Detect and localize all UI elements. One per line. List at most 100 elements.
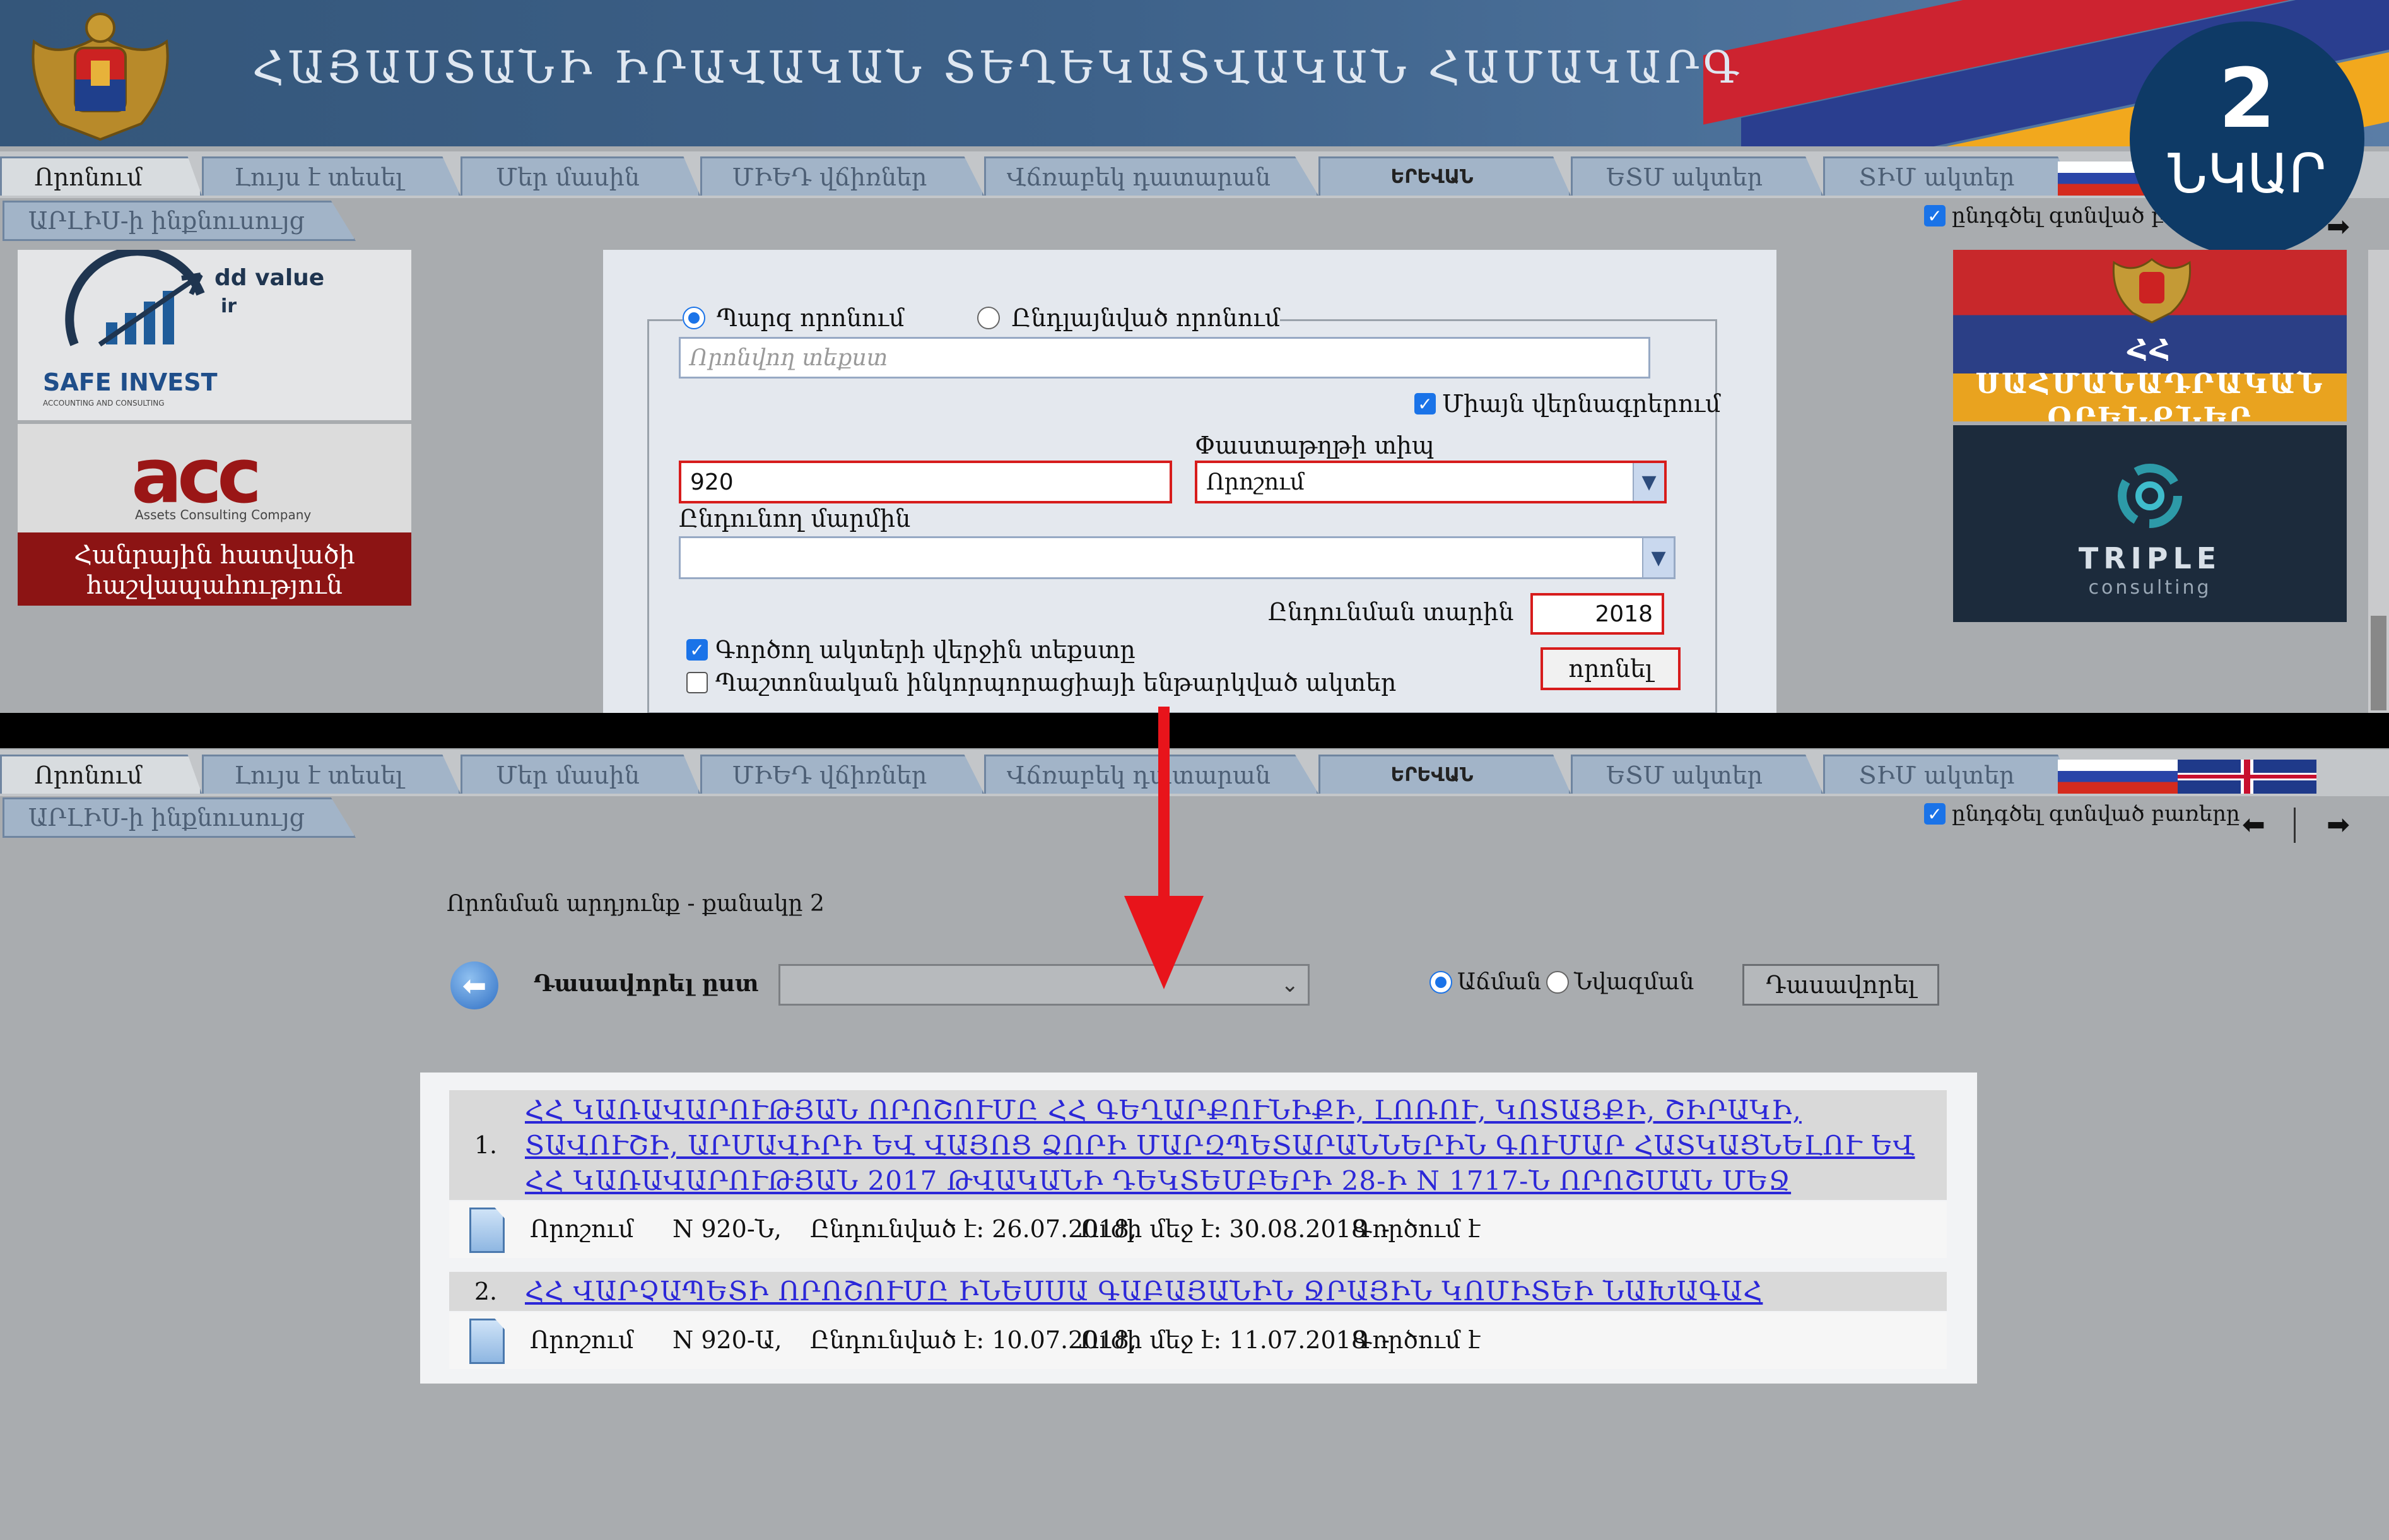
constitutional-laws-line-1: ՀՀ ՍԱՀՄԱՆԱԴՐԱԿԱՆ	[1975, 334, 2325, 400]
chevron-down-icon[interactable]: ▼	[1642, 538, 1674, 577]
titles-only-checkbox[interactable]: ✓	[1414, 393, 1436, 414]
current-texts-option[interactable]: ✓ Գործող ակտերի վերջին տեքստը	[686, 636, 1136, 664]
russian-language-flag[interactable]	[2058, 760, 2178, 794]
search-mode-legend: Պարզ որոնում Ընդլայնված որոնում	[683, 304, 1281, 332]
official-incorp-checkbox[interactable]	[686, 672, 708, 693]
chevron-down-icon[interactable]: ▼	[1633, 463, 1664, 501]
arrow-left-icon[interactable]: ⬅	[2242, 809, 2265, 841]
highlight-checkbox[interactable]: ✓	[1924, 205, 1946, 226]
tab-eeu[interactable]: ԵՏՄ ակտեր	[1571, 755, 1823, 794]
tab-search[interactable]: Որոնում	[0, 755, 202, 794]
results-count: Որոնման արդյունք - քանակը 2	[447, 891, 825, 917]
tab-published[interactable]: Լույս է տեսել	[202, 156, 461, 196]
tab-yerevan[interactable]: ԵՐԵՎԱՆ	[1318, 156, 1571, 196]
number-input[interactable]: 920	[679, 461, 1172, 503]
ascending-label: Աճման	[1457, 969, 1541, 995]
result-2-index: 2.	[474, 1278, 498, 1305]
tab-published[interactable]: Լույս է տեսել	[202, 755, 461, 794]
search-button[interactable]: որոնել	[1541, 647, 1681, 690]
sort-by-label: Դասավորել ըստ	[534, 970, 759, 997]
safe-invest-sub: ACCOUNTING AND CONSULTING	[43, 399, 165, 408]
result-row-2-meta: Որոշում N 920-Ա, Ընդունված է: 10.07.2018…	[449, 1312, 1947, 1369]
descending-radio[interactable]	[1546, 970, 1569, 994]
safe-invest-tagline-2: ir	[221, 295, 237, 317]
official-incorp-option[interactable]: Պաշտոնական ինկորպորացիայի ենթարկված ակտե…	[686, 669, 1396, 697]
result-1-in-force: Ուժի մեջ է: 30.08.2018 -	[1080, 1215, 1390, 1243]
results-list: 1. ՀՀ ԿԱՌԱՎԱՐՈՒԹՅԱՆ ՈՐՈՇՈՒՄԸ ՀՀ ԳԵՂԱՐՔՈՒ…	[420, 1073, 1977, 1384]
tab-about[interactable]: Մեր մասին	[461, 755, 700, 794]
doc-type-label: Փաստաթղթի տիպ	[1195, 432, 1435, 459]
ad-acc[interactable]: acc Assets Consulting Company Հանրային հ…	[18, 424, 411, 606]
coat-of-arms-icon	[32, 13, 169, 141]
tab-lsg[interactable]: ՏԻՄ ակտեր	[1823, 156, 2075, 196]
titles-only-option[interactable]: ✓ Միայն վերնագրերում	[1414, 390, 1720, 418]
acc-banner-line-1: Հանրային հատվածի	[74, 541, 355, 570]
simple-search-radio[interactable]	[683, 307, 705, 329]
constitutional-laws-line-2: ՕՐԵՆՔՆԵՐ	[2047, 402, 2253, 421]
simple-search-label: Պարզ որոնում	[717, 304, 905, 332]
document-icon[interactable]	[469, 1208, 505, 1253]
ad-constitutional-laws[interactable]: ՀՀ ՍԱՀՄԱՆԱԴՐԱԿԱՆ ՕՐԵՆՔՆԵՐ	[1953, 250, 2347, 421]
tab-tutorial[interactable]: ԱՐԼԻՍ-ի ինքնուսույց	[3, 797, 356, 838]
english-language-flag[interactable]	[2178, 760, 2316, 794]
document-icon[interactable]	[469, 1319, 505, 1364]
ad-safe-invest[interactable]: dd value ir SAFE INVEST ACCOUNTING AND C…	[18, 250, 411, 420]
tab-cassation[interactable]: Վճռաբեկ դատարան	[984, 156, 1318, 196]
year-input[interactable]: 2018	[1530, 593, 1664, 635]
search-form-panel: Պարզ որոնում Ընդլայնված որոնում Որոնվող …	[603, 250, 1776, 714]
figure-badge: 2 ՆԿԱՐ	[2130, 21, 2364, 256]
result-2-type: Որոշում	[530, 1326, 634, 1354]
current-texts-label: Գործող ակտերի վերջին տեքստը	[715, 636, 1136, 664]
result-row-1-meta: Որոշում N 920-Ն, Ընդունված է: 26.07.2018…	[449, 1201, 1947, 1258]
chevron-down-icon[interactable]: ⌄	[1281, 972, 1300, 997]
tab-echr[interactable]: ՄԻԵԴ վճիռներ	[700, 755, 984, 794]
site-title: ՀԱՅԱՍՏԱՆԻ ԻՐԱՎԱԿԱՆ ՏԵՂԵԿԱՏՎԱԿԱՆ ՀԱՄԱԿԱՐԳ	[252, 42, 1744, 93]
search-text-placeholder: Որոնվող տեքստ	[690, 344, 888, 371]
titles-only-label: Միայն վերնագրերում	[1442, 390, 1721, 418]
descending-label: Նվազման	[1573, 969, 1694, 995]
adopter-select[interactable]: ▼	[679, 536, 1676, 579]
tab-about[interactable]: Մեր մասին	[461, 156, 700, 196]
triple-name: TRIPLE	[2078, 541, 2222, 575]
highlight-label: ընդգծել գտնված բառերը	[1952, 801, 2240, 826]
current-texts-checkbox[interactable]: ✓	[686, 639, 708, 661]
sort-select[interactable]: ⌄	[778, 964, 1310, 1006]
back-arrow-icon[interactable]: ⬅	[450, 961, 498, 1009]
triple-logo-icon	[2118, 464, 2182, 528]
sort-button[interactable]: Դասավորել	[1742, 964, 1939, 1006]
extended-search-radio[interactable]	[977, 307, 1001, 329]
ascending-radio[interactable]	[1429, 970, 1452, 994]
annotation-arrow-icon	[1124, 707, 1204, 989]
tab-lsg[interactable]: ՏԻՄ ակտեր	[1823, 755, 2075, 794]
doc-type-select[interactable]: Որոշում ▼	[1195, 461, 1667, 503]
search-text-input[interactable]: Որոնվող տեքստ	[679, 337, 1650, 379]
year-value: 2018	[1595, 601, 1653, 627]
result-2-number: N 920-Ա,	[672, 1326, 782, 1354]
result-1-index: 1.	[474, 1131, 498, 1159]
result-1-status: Գործում է	[1353, 1215, 1481, 1243]
year-label: Ընդունման տարին	[1268, 598, 1514, 626]
scrollbar-track[interactable]	[2368, 250, 2389, 713]
scrollbar-thumb[interactable]	[2371, 616, 2386, 710]
coat-of-arms-small-icon	[2112, 258, 2192, 324]
tab-search[interactable]: Որոնում	[0, 156, 202, 196]
safe-invest-name: SAFE INVEST	[43, 368, 218, 396]
tab-eeu[interactable]: ԵՏՄ ակտեր	[1571, 156, 1823, 196]
arrow-right-icon[interactable]: ➡	[2327, 809, 2350, 841]
acc-banner-line-2: հաշվապահություն	[86, 571, 343, 600]
acc-sub: Assets Consulting Company	[135, 507, 312, 522]
acc-banner: Հանրային հատվածի հաշվապահություն	[18, 532, 411, 606]
highlight-words-toggle[interactable]: ✓ ընդգծել գտնված բառերը	[1924, 801, 2240, 826]
ad-triple-consulting[interactable]: TRIPLE consulting	[1953, 425, 2347, 622]
badge-number: 2	[2218, 50, 2276, 146]
highlight-checkbox[interactable]: ✓	[1924, 803, 1946, 825]
nav-separator	[2294, 808, 2296, 843]
sort-order-group: Աճման Նվազման	[1429, 969, 1694, 995]
tab-yerevan[interactable]: ԵՐԵՎԱՆ	[1318, 755, 1571, 794]
result-2-status: Գործում է	[1353, 1326, 1481, 1354]
extended-search-label: Ընդլայնված որոնում	[1011, 304, 1281, 332]
tab-echr[interactable]: ՄԻԵԴ վճիռներ	[700, 156, 984, 196]
tab-tutorial[interactable]: ԱՐԼԻՍ-ի ինքնուսույց	[3, 201, 356, 241]
safe-invest-logo-icon	[65, 250, 205, 347]
badge-label: ՆԿԱՐ	[2168, 143, 2327, 206]
